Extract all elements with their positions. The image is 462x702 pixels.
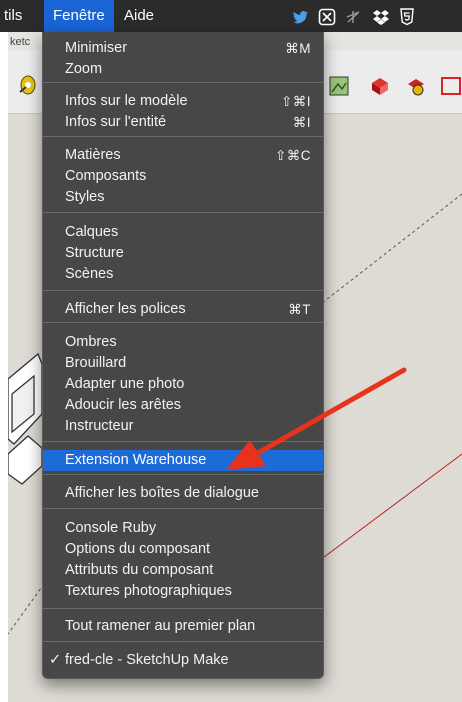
- menu-item-label: Adapter une photo: [65, 376, 185, 392]
- menu-item-label: Textures photographiques: [65, 583, 232, 599]
- menu-item-infos-sur-l-entite[interactable]: Infos sur l'entité ⌘I: [43, 112, 323, 133]
- menu-item-shortcut: ⇧⌘C: [274, 148, 311, 163]
- menu-item-label: Ombres: [65, 334, 117, 350]
- menu-item-scenes[interactable]: Scènes: [43, 264, 323, 285]
- menu-item-shortcut: ⌘T: [288, 302, 311, 317]
- sketchup-extension-icon[interactable]: [318, 8, 336, 26]
- menu-item-label: Calques: [65, 224, 119, 240]
- menu-item-shortcut: ⇧⌘I: [280, 94, 311, 109]
- menu-item-adoucir-les-aretes[interactable]: Adoucir les arêtes: [43, 395, 323, 416]
- menu-separator: [43, 82, 323, 83]
- menu-item-attributs-du-composant[interactable]: Attributs du composant: [43, 560, 323, 581]
- menu-item-tout-ramener-au-premier-plan[interactable]: Tout ramener au premier plan: [43, 616, 323, 637]
- match-photo-icon[interactable]: [328, 74, 352, 98]
- menu-separator: [43, 641, 323, 642]
- twitter-icon[interactable]: [292, 8, 310, 26]
- menu-separator: [43, 474, 323, 475]
- warehouse-icon[interactable]: [440, 74, 462, 98]
- menu-item-textures-photographiques[interactable]: Textures photographiques: [43, 581, 323, 602]
- menu-item-label: Zoom: [65, 61, 103, 77]
- dropbox-icon[interactable]: [372, 8, 390, 26]
- menu-item-infos-sur-le-modele[interactable]: Infos sur le modèle ⇧⌘I: [43, 91, 323, 112]
- menu-item-label: Adoucir les arêtes: [65, 397, 182, 413]
- menu-item-structure[interactable]: Structure: [43, 243, 323, 264]
- menu-fenetre[interactable]: Fenêtre: [44, 0, 114, 32]
- menu-item-label: Brouillard: [65, 355, 127, 371]
- menu-item-adapter-une-photo[interactable]: Adapter une photo: [43, 374, 323, 395]
- menu-item-afficher-les-polices[interactable]: Afficher les polices ⌘T: [43, 299, 323, 320]
- menu-item-label: Options du composant: [65, 541, 211, 557]
- menu-separator: [43, 322, 323, 323]
- model-geometry: [8, 352, 43, 485]
- menu-item-fred-cle-sketchup-make[interactable]: ✓ fred-cle - SketchUp Make: [43, 650, 323, 671]
- component-red-icon[interactable]: [368, 74, 392, 98]
- menu-item-label: Infos sur l'entité: [65, 114, 167, 130]
- menu-item-options-du-composant[interactable]: Options du composant: [43, 539, 323, 560]
- tape-measure-icon[interactable]: [16, 72, 40, 96]
- menu-separator: [43, 608, 323, 609]
- menu-separator: [43, 136, 323, 137]
- menu-item-label: Console Ruby: [65, 520, 157, 536]
- menu-item-zoom[interactable]: Zoom: [43, 59, 323, 80]
- menu-aide[interactable]: Aide: [116, 0, 162, 32]
- menu-item-label: Minimiser: [65, 40, 128, 56]
- menu-separator: [43, 441, 323, 442]
- menu-separator: [43, 508, 323, 509]
- menu-outils[interactable]: tils: [0, 0, 30, 32]
- axis-dashed-lower: [8, 583, 45, 635]
- fenetre-dropdown-menu: Minimiser ⌘M Zoom Infos sur le modèle ⇧⌘I Inf…: [42, 32, 324, 679]
- menu-item-afficher-les-boites-de-dialogue[interactable]: Afficher les boîtes de dialogue: [43, 483, 323, 504]
- menu-item-label: Infos sur le modèle: [65, 93, 188, 109]
- menu-item-composants[interactable]: Composants: [43, 166, 323, 187]
- html5-icon[interactable]: [398, 8, 416, 26]
- menu-item-label: Afficher les boîtes de dialogue: [65, 485, 260, 501]
- menu-item-label: Styles: [65, 189, 105, 205]
- menu-item-label: fred-cle - SketchUp Make: [65, 652, 229, 668]
- menu-item-label: Scènes: [65, 266, 114, 282]
- menu-item-shortcut: ⌘M: [285, 41, 311, 56]
- menu-item-label: Structure: [65, 245, 124, 261]
- menu-item-label: Attributs du composant: [65, 562, 214, 578]
- menu-item-label: Afficher les polices: [65, 301, 186, 317]
- menu-item-matieres[interactable]: Matières ⇧⌘C: [43, 145, 323, 166]
- menu-item-label: Tout ramener au premier plan: [65, 618, 256, 634]
- menu-item-brouillard[interactable]: Brouillard: [43, 353, 323, 374]
- menu-item-label: Extension Warehouse: [65, 452, 207, 468]
- checkmark-icon: ✓: [49, 652, 62, 668]
- menu-item-console-ruby[interactable]: Console Ruby: [43, 518, 323, 539]
- menu-item-ombres[interactable]: Ombres: [43, 332, 323, 353]
- menu-item-calques[interactable]: Calques: [43, 222, 323, 243]
- menu-separator: [43, 212, 323, 213]
- menu-item-shortcut: ⌘I: [292, 115, 311, 130]
- menu-item-label: Composants: [65, 168, 147, 184]
- menu-item-instructeur[interactable]: Instructeur: [43, 416, 323, 437]
- window-title: ketc: [10, 36, 31, 48]
- menu-item-minimiser[interactable]: Minimiser ⌘M: [43, 38, 323, 59]
- axis-green-dashed: [307, 193, 462, 315]
- menu-bar: tils Fenêtre Aide: [0, 0, 462, 32]
- extension-manager-icon[interactable]: [404, 74, 428, 98]
- menu-item-label: Matières: [65, 147, 121, 163]
- menu-item-extension-warehouse[interactable]: Extension Warehouse: [43, 450, 323, 471]
- menu-item-styles[interactable]: Styles: [43, 187, 323, 208]
- menu-item-label: Instructeur: [65, 418, 134, 434]
- menu-separator: [43, 290, 323, 291]
- wifi-pin-icon[interactable]: [344, 8, 362, 26]
